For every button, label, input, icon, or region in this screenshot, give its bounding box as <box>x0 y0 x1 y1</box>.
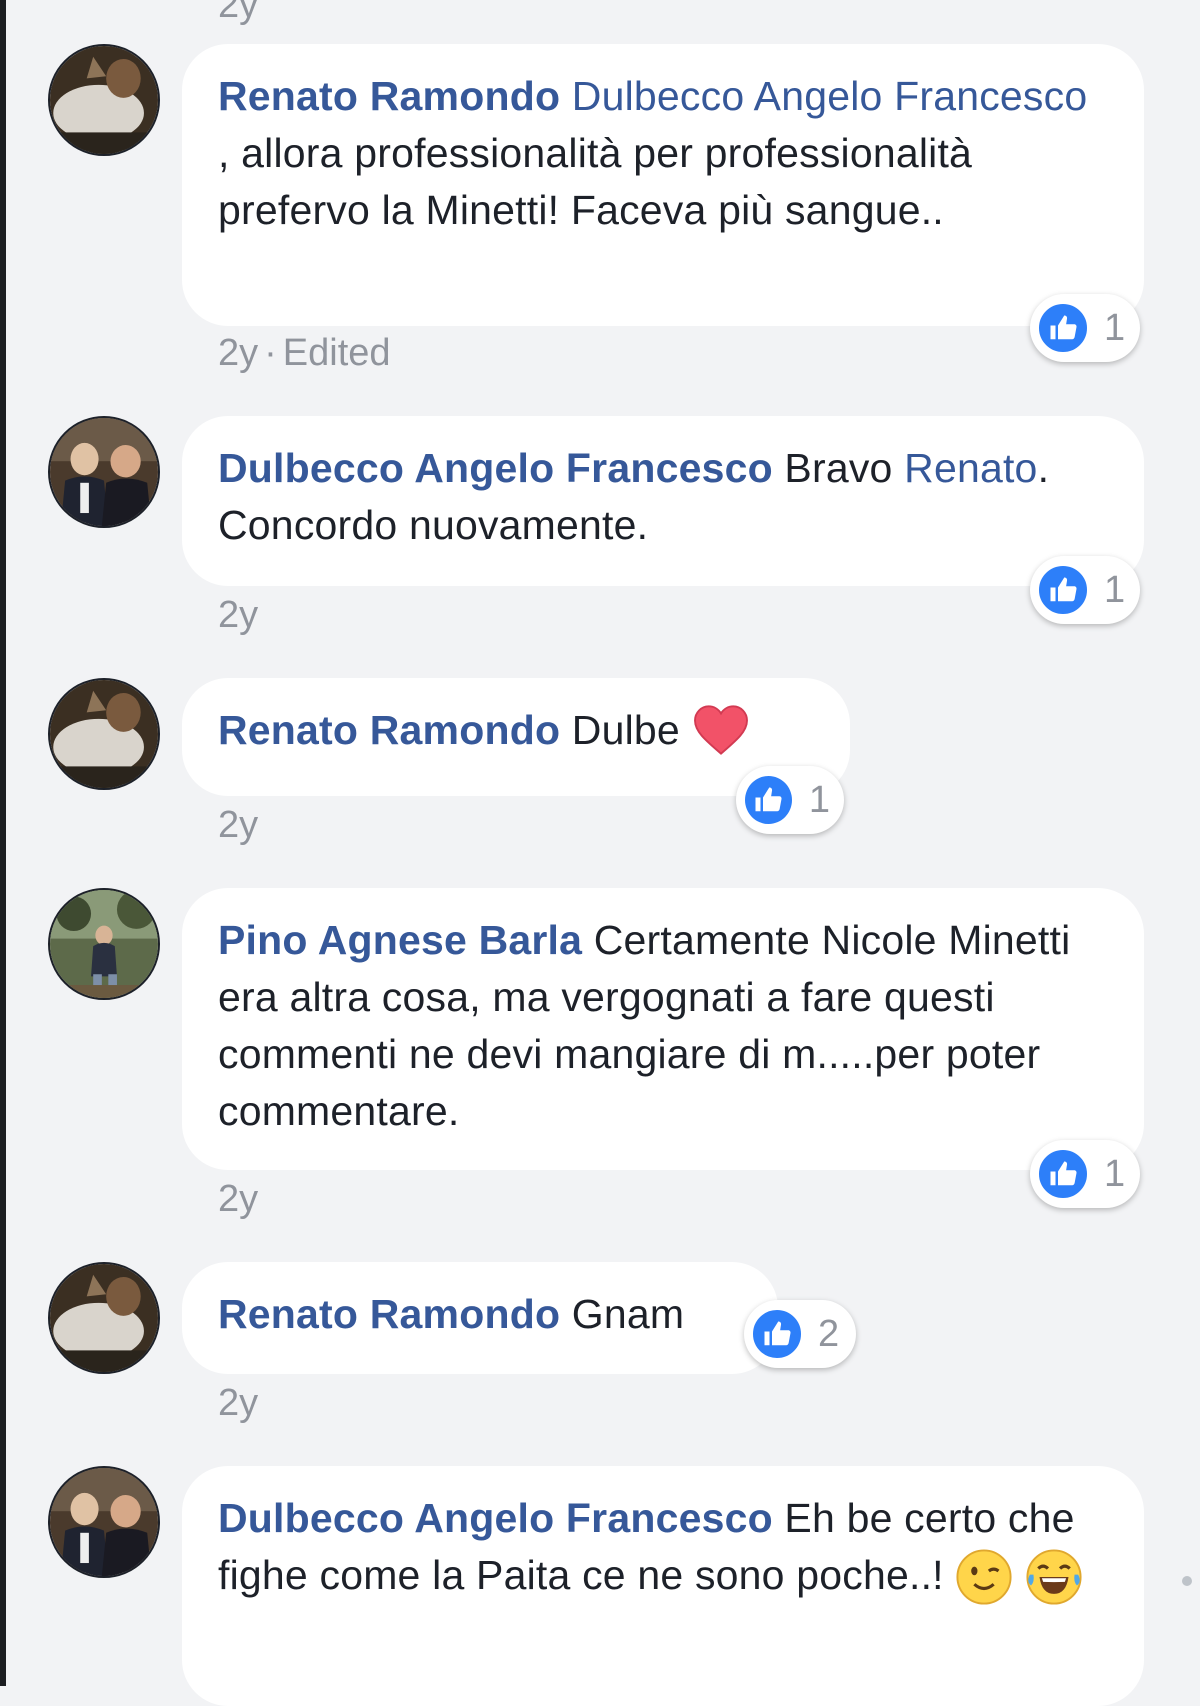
comment-author[interactable]: Renato Ramondo <box>218 73 560 119</box>
comment-author[interactable]: Dulbecco Angelo Francesco <box>218 1495 773 1541</box>
like-count: 1 <box>1104 1152 1126 1195</box>
avatar-renato-ramondo[interactable] <box>48 678 160 790</box>
like-count: 1 <box>1104 306 1126 349</box>
avatar-dulbecco-angelo-francesco[interactable] <box>48 1466 160 1578</box>
avatar-pino-agnese-barla[interactable] <box>48 888 160 1000</box>
avatar-dulbecco-angelo-francesco[interactable] <box>48 416 160 528</box>
comment-author[interactable]: Dulbecco Angelo Francesco <box>218 445 773 491</box>
avatar-renato-ramondo[interactable] <box>48 44 160 156</box>
comment-mention[interactable]: Renato <box>904 445 1037 491</box>
reaction-summary[interactable]: 1 <box>1030 556 1140 624</box>
previous-comment-time: 2y <box>218 0 259 26</box>
reaction-summary[interactable]: 2 <box>744 1300 856 1368</box>
comment-text: Gnam <box>560 1291 685 1337</box>
laughing-tears-emoji <box>1025 1548 1083 1609</box>
comment-author[interactable]: Renato Ramondo <box>218 1291 560 1337</box>
comment-bubble: Renato Ramondo Dulbecco Angelo Francesco… <box>182 44 1144 326</box>
like-icon <box>742 773 795 827</box>
comment-bubble: Dulbecco Angelo Francesco Eh be certo ch… <box>182 1466 1144 1706</box>
comment-author[interactable]: Pino Agnese Barla <box>218 917 582 963</box>
edited-label[interactable]: Edited <box>283 332 391 374</box>
reaction-summary[interactable]: 1 <box>1030 1140 1140 1208</box>
comment-meta: 2y · Edited <box>218 332 391 374</box>
comment-time[interactable]: 2y <box>218 332 258 374</box>
comment-meta: 2y <box>218 1382 258 1425</box>
comment-text: Bravo <box>772 445 905 491</box>
comment-author[interactable]: Renato Ramondo <box>218 707 560 753</box>
comment-bubble: Pino Agnese Barla Certamente Nicole Mine… <box>182 888 1144 1170</box>
like-count: 1 <box>1104 568 1126 611</box>
comment-time[interactable]: 2y <box>218 1382 258 1424</box>
comment-meta: 2y <box>218 804 258 847</box>
like-icon <box>1036 563 1090 617</box>
comment-time[interactable]: 2y <box>218 594 258 636</box>
like-icon <box>1036 1147 1090 1201</box>
comment-time[interactable]: 2y <box>218 1178 258 1220</box>
window-edge <box>0 0 6 1686</box>
scrollbar-indicator[interactable] <box>1182 1576 1192 1586</box>
comment-time[interactable]: 2y <box>218 804 258 846</box>
comment-text: Dulbe <box>560 707 692 753</box>
comment-meta: 2y <box>218 594 258 637</box>
reaction-summary[interactable]: 1 <box>1030 294 1140 362</box>
like-count: 2 <box>818 1312 840 1355</box>
like-icon <box>1036 301 1090 355</box>
like-count: 1 <box>808 778 830 821</box>
like-icon <box>750 1307 804 1361</box>
comment-text: , allora professionalità per professiona… <box>218 130 973 233</box>
reaction-summary[interactable]: 1 <box>736 766 844 834</box>
comment-mention[interactable]: Dulbecco Angelo Francesco <box>572 73 1088 119</box>
comment-meta: 2y <box>218 1178 258 1221</box>
wink-emoji <box>955 1548 1013 1609</box>
comment-bubble: Renato Ramondo Gnam <box>182 1262 778 1374</box>
comment-bubble: Dulbecco Angelo Francesco Bravo Renato. … <box>182 416 1144 586</box>
avatar-renato-ramondo[interactable] <box>48 1262 160 1374</box>
heart-emoji <box>692 704 750 763</box>
